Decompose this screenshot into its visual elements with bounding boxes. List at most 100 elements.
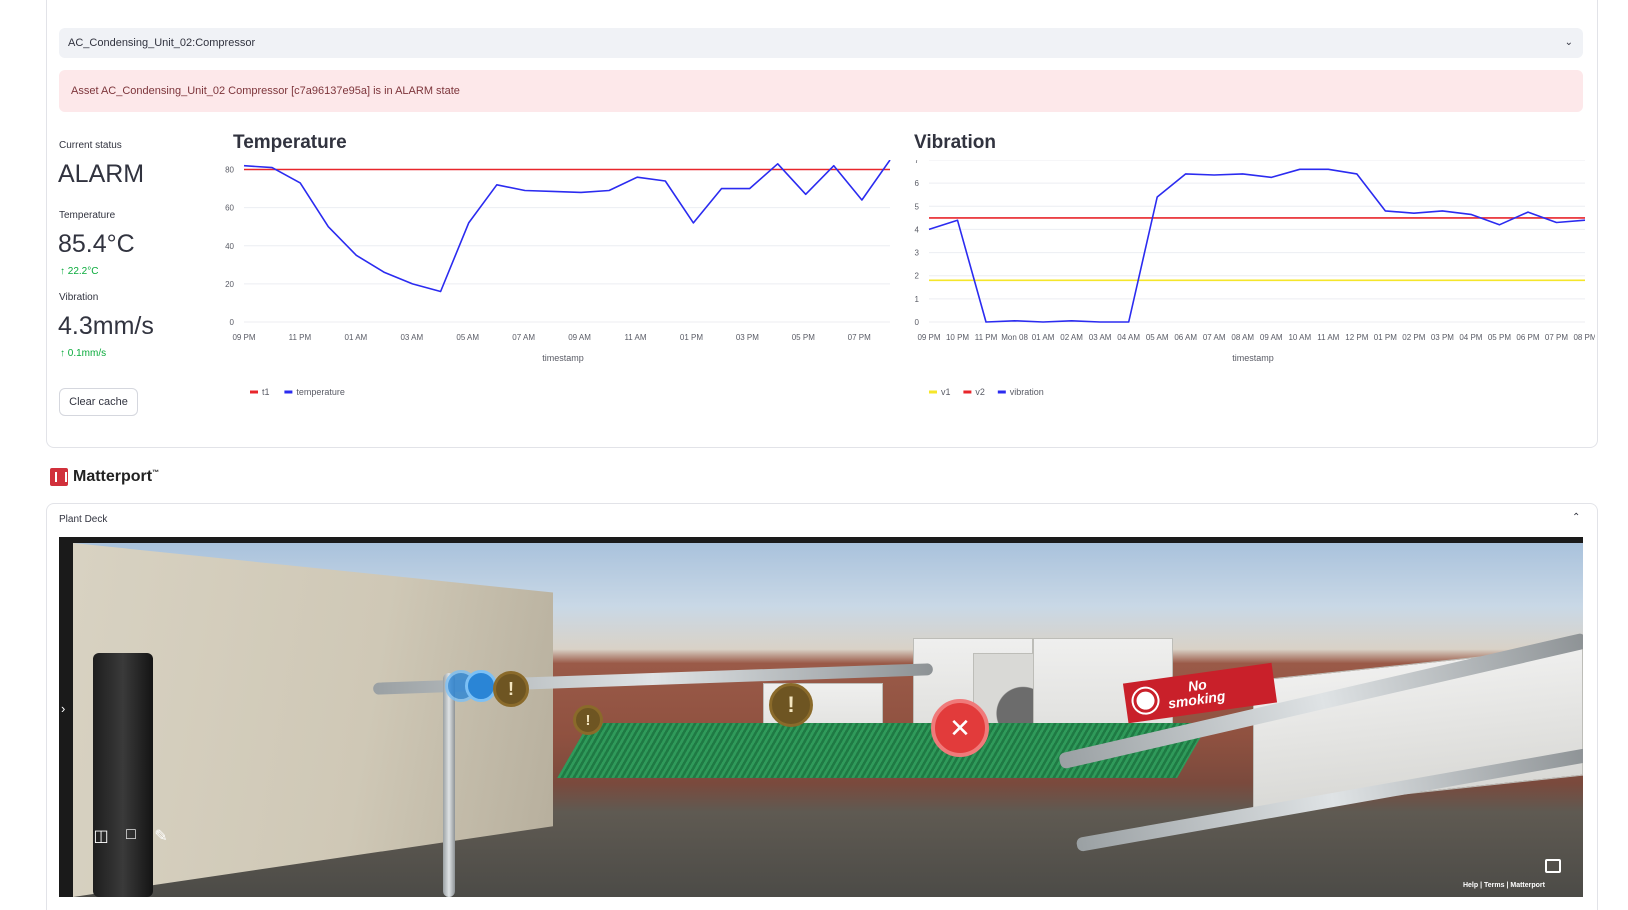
x-tick-label: 08 PM xyxy=(1573,333,1595,342)
matterport-scene[interactable]: No smoking ! ! ! ✕ ◫ □ ✎ Help | Terms | … xyxy=(73,543,1583,897)
x-tick-label: 04 PM xyxy=(1459,333,1482,342)
plant-deck-label: Plant Deck xyxy=(59,514,108,525)
x-tick-label: 11 PM xyxy=(975,333,998,342)
x-tick-label: 07 PM xyxy=(1545,333,1568,342)
asset-select-value: AC_Condensing_Unit_02:Compressor xyxy=(68,37,256,49)
x-tick-label: 02 PM xyxy=(1402,333,1425,342)
vibration-chart-title: Vibration xyxy=(914,132,996,153)
x-tick-label: 12 PM xyxy=(1345,333,1368,342)
x-tick-label: 06 AM xyxy=(1174,333,1197,342)
legend-label: v2 xyxy=(975,387,985,397)
x-tick-label: 02 AM xyxy=(1060,333,1083,342)
y-tick-label: 4 xyxy=(915,225,920,234)
matterport-footer-link[interactable]: Matterport xyxy=(1510,882,1545,889)
asset-select[interactable]: AC_Condensing_Unit_02:Compressor ⌄ xyxy=(59,28,1583,58)
scene-handrail-post xyxy=(443,673,455,897)
temperature-value: 85.4°C xyxy=(58,230,135,258)
mattertag-warning-icon[interactable]: ! xyxy=(573,705,603,735)
legend-label: v1 xyxy=(941,387,951,397)
vibration-chart: 0 1 2 3 4 5 6 7 09 PM 10 PM 11 PM Mon 08 01 AM 02 AM 0… xyxy=(915,160,1595,397)
no-smoking-icon xyxy=(1131,687,1160,715)
y-tick-label: 7 xyxy=(915,160,920,165)
matterport-viewer[interactable]: No smoking ! ! ! ✕ ◫ □ ✎ Help | Terms | … xyxy=(59,537,1583,897)
y-tick-label: 40 xyxy=(225,242,234,251)
x-tick-label: 11 AM xyxy=(1317,333,1339,342)
matterport-logo: Matterport™ xyxy=(50,465,159,489)
x-tick-label: 01 PM xyxy=(1374,333,1397,342)
vibration-delta: ↑ 0.1mm/s xyxy=(60,348,107,359)
clear-cache-button[interactable]: Clear cache xyxy=(59,388,138,416)
matterport-brand: Matterport™ xyxy=(73,468,160,485)
arrow-up-icon: ↑ xyxy=(60,266,68,277)
legend-label: vibration xyxy=(1010,387,1044,397)
temperature-chart: 0 20 40 60 80 09 PM 11 PM 01 AM 03 AM 05 AM 07 AM 0… xyxy=(225,160,891,397)
x-tick-label: 08 AM xyxy=(1231,333,1254,342)
chevron-down-icon: ⌄ xyxy=(1564,37,1573,48)
mattertag-warning-icon[interactable]: ! xyxy=(493,671,529,707)
chevron-up-icon[interactable]: ⌃ xyxy=(1572,512,1580,523)
x-tick-label: 07 AM xyxy=(512,333,535,342)
y-tick-label: 60 xyxy=(225,204,234,213)
sidebar-toggle[interactable]: › xyxy=(59,537,73,897)
y-tick-label: 3 xyxy=(915,249,920,258)
x-tick-label: 01 AM xyxy=(345,333,368,342)
x-tick-label: 01 AM xyxy=(1032,333,1055,342)
scene-pipe xyxy=(93,653,153,897)
x-tick-label: 05 PM xyxy=(1488,333,1511,342)
alarm-alert-text: Asset AC_Condensing_Unit_02 Compressor [… xyxy=(71,85,460,97)
x-tick-label: 03 AM xyxy=(1089,333,1112,342)
terms-link[interactable]: Terms xyxy=(1484,882,1505,889)
matterport-logo-icon xyxy=(50,468,68,486)
legend-label: t1 xyxy=(262,387,270,397)
x-tick-label: 04 AM xyxy=(1117,333,1140,342)
y-tick-label: 80 xyxy=(225,166,234,175)
y-tick-label: 5 xyxy=(915,202,920,211)
x-tick-label: 07 PM xyxy=(848,333,871,342)
x-tick-label: 05 PM xyxy=(792,333,815,342)
legend-label: temperature xyxy=(296,387,345,397)
x-tick-label: 09 PM xyxy=(917,333,940,342)
x-tick-label: 09 AM xyxy=(568,333,591,342)
x-tick-label: 06 PM xyxy=(1516,333,1539,342)
x-tick-label: 03 PM xyxy=(1431,333,1454,342)
dollhouse-icon[interactable]: ◫ xyxy=(91,826,111,846)
fullscreen-icon[interactable] xyxy=(1545,859,1561,873)
vibration-label: Vibration xyxy=(59,292,99,303)
viewer-footer-links: Help | Terms | Matterport xyxy=(1462,882,1545,889)
alarm-alert: Asset AC_Condensing_Unit_02 Compressor [… xyxy=(59,70,1583,112)
x-tick-label: 03 PM xyxy=(736,333,759,342)
x-tick-label: 09 PM xyxy=(232,333,255,342)
mattertag-warning-icon[interactable]: ! xyxy=(769,683,813,727)
vibration-value: 4.3mm/s xyxy=(58,312,154,340)
x-tick-label: Mon 08 xyxy=(1001,333,1028,342)
floorplan-icon[interactable]: □ xyxy=(121,826,141,846)
mattertag-alarm-icon[interactable]: ✕ xyxy=(931,699,989,757)
y-tick-label: 6 xyxy=(915,179,920,188)
series-line-temperature xyxy=(243,160,891,293)
y-tick-label: 20 xyxy=(225,280,234,289)
measure-icon[interactable]: ✎ xyxy=(151,826,171,846)
temperature-chart-title: Temperature xyxy=(233,132,347,153)
x-tick-label: 10 PM xyxy=(946,333,969,342)
y-tick-label: 0 xyxy=(230,318,235,327)
arrow-up-icon: ↑ xyxy=(60,348,68,359)
x-tick-label: 10 AM xyxy=(1288,333,1311,342)
x-tick-label: 05 AM xyxy=(456,333,479,342)
help-link[interactable]: Help xyxy=(1463,882,1478,889)
chevron-right-icon: › xyxy=(61,701,66,716)
x-tick-label: 11 PM xyxy=(289,333,312,342)
temperature-label: Temperature xyxy=(59,210,116,221)
x-axis-label: timestamp xyxy=(1232,353,1274,363)
x-axis-label: timestamp xyxy=(542,353,584,363)
y-tick-label: 2 xyxy=(915,272,920,281)
x-tick-label: 05 AM xyxy=(1146,333,1169,342)
status-value: ALARM xyxy=(58,160,145,188)
y-tick-label: 1 xyxy=(915,295,920,304)
temperature-delta: ↑ 22.2°C xyxy=(60,266,99,277)
x-tick-label: 03 AM xyxy=(400,333,423,342)
x-tick-label: 11 AM xyxy=(624,333,646,342)
x-tick-label: 07 AM xyxy=(1203,333,1226,342)
x-tick-label: 01 PM xyxy=(680,333,703,342)
status-label: Current status xyxy=(59,140,122,151)
y-tick-label: 0 xyxy=(915,318,920,327)
